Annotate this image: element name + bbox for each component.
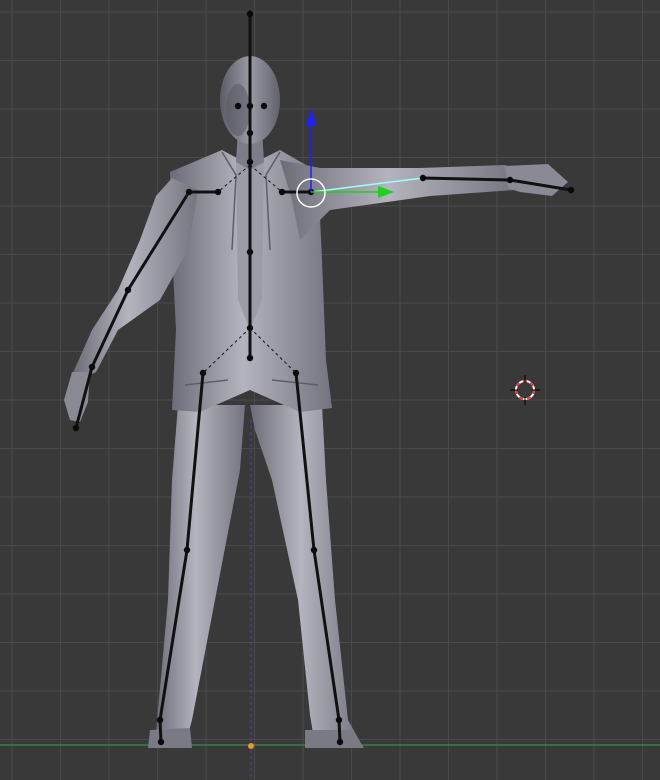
armature-bone[interactable] (158, 718, 163, 744)
3d-viewport[interactable] (0, 0, 660, 780)
armature-joint[interactable] (278, 188, 286, 196)
armature-joint[interactable] (199, 369, 207, 377)
armature-joint[interactable] (419, 174, 427, 182)
character-mesh[interactable] (64, 56, 568, 748)
armature-joint[interactable] (157, 738, 165, 746)
mesh-left-shoe (148, 728, 192, 748)
mesh-left-hand (64, 372, 90, 422)
armature-bone[interactable] (421, 176, 512, 182)
armature-joint[interactable] (567, 186, 575, 194)
armature-joint[interactable] (185, 188, 193, 196)
armature-joint[interactable] (156, 716, 164, 724)
z-axis-arrow-icon[interactable] (306, 108, 316, 126)
armature-joint[interactable] (260, 102, 268, 110)
armature-joint[interactable] (246, 248, 254, 256)
armature-bone[interactable] (337, 718, 342, 744)
mesh-face-shadow (226, 84, 250, 136)
world-origin-icon (248, 743, 254, 749)
armature-joint[interactable] (246, 158, 254, 166)
mesh-left-leg (155, 405, 245, 745)
mesh-right-leg (250, 405, 362, 745)
armature-joint[interactable] (246, 354, 254, 362)
armature-joint[interactable] (336, 738, 344, 746)
armature-joint[interactable] (335, 716, 343, 724)
armature-joint[interactable] (214, 188, 222, 196)
armature-joint[interactable] (72, 424, 80, 432)
armature-joint[interactable] (246, 102, 254, 110)
mesh-right-shoe (305, 730, 364, 748)
armature-joint[interactable] (246, 129, 254, 137)
armature-joint[interactable] (183, 546, 191, 554)
armature-joint[interactable] (234, 102, 242, 110)
armature-joint[interactable] (88, 363, 96, 371)
armature-joint[interactable] (292, 369, 300, 377)
armature-joint[interactable] (246, 324, 254, 332)
armature-joint[interactable] (124, 286, 132, 294)
armature-joint[interactable] (506, 176, 514, 184)
armature-joint[interactable] (246, 10, 254, 18)
viewport-canvas[interactable] (0, 0, 660, 780)
armature-joint[interactable] (310, 546, 318, 554)
